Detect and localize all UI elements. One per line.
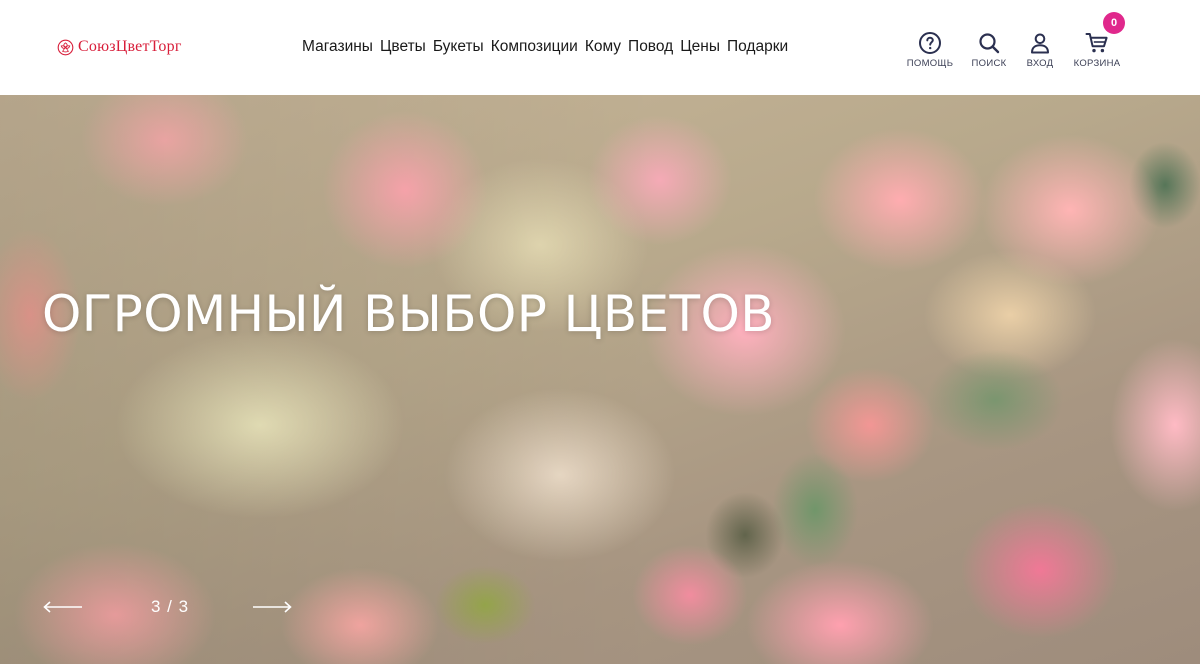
arrow-left-icon [43, 601, 82, 613]
nav-item-prices[interactable]: Цены [680, 36, 720, 58]
cart-button[interactable]: КОРЗИНА [1071, 31, 1123, 69]
user-icon [1031, 33, 1049, 54]
cart-label: КОРЗИНА [1073, 58, 1121, 69]
hero-slider: ОГРОМНЫЙ ВЫБОР ЦВЕТОВ 3 / 3 [0, 95, 1200, 664]
nav-item-recipient[interactable]: Кому [585, 36, 621, 58]
nav-item-flowers[interactable]: Цветы [380, 36, 426, 58]
nav-item-compositions[interactable]: Композиции [491, 36, 578, 58]
cart-icon [1085, 33, 1108, 53]
question-circle-icon [919, 32, 941, 54]
nav-item-occasion[interactable]: Повод [628, 36, 673, 58]
search-label: ПОИСК [971, 58, 1007, 69]
slider-prev-button[interactable] [43, 597, 83, 617]
slider-counter: 3 / 3 [150, 597, 190, 616]
hero-image-shade [0, 95, 1200, 664]
nav-item-bouquets[interactable]: Букеты [433, 36, 484, 58]
help-label: ПОМОЩЬ [906, 58, 954, 69]
flower-logo-icon [57, 39, 74, 55]
hero-title: ОГРОМНЫЙ ВЫБОР ЦВЕТОВ [42, 285, 775, 343]
main-nav: Магазины Цветы Букеты Композиции Кому По… [302, 36, 788, 58]
cart-count-badge: 0 [1103, 12, 1125, 34]
nav-item-gifts[interactable]: Подарки [727, 36, 788, 58]
nav-item-shops[interactable]: Магазины [302, 36, 373, 58]
login-label: ВХОД [1026, 58, 1054, 69]
slider-next-button[interactable] [252, 597, 292, 617]
brand-name: СоюзЦветТорг [78, 38, 182, 55]
site-header: СоюзЦветТорг Магазины Цветы Букеты Компо… [0, 0, 1200, 95]
search-icon [979, 33, 1000, 54]
arrow-right-icon [253, 601, 292, 613]
help-button[interactable]: ПОМОЩЬ [906, 31, 954, 69]
search-button[interactable]: ПОИСК [969, 31, 1009, 69]
login-button[interactable]: ВХОД [1022, 31, 1058, 69]
brand-logo[interactable]: СоюзЦветТорг [57, 37, 182, 57]
